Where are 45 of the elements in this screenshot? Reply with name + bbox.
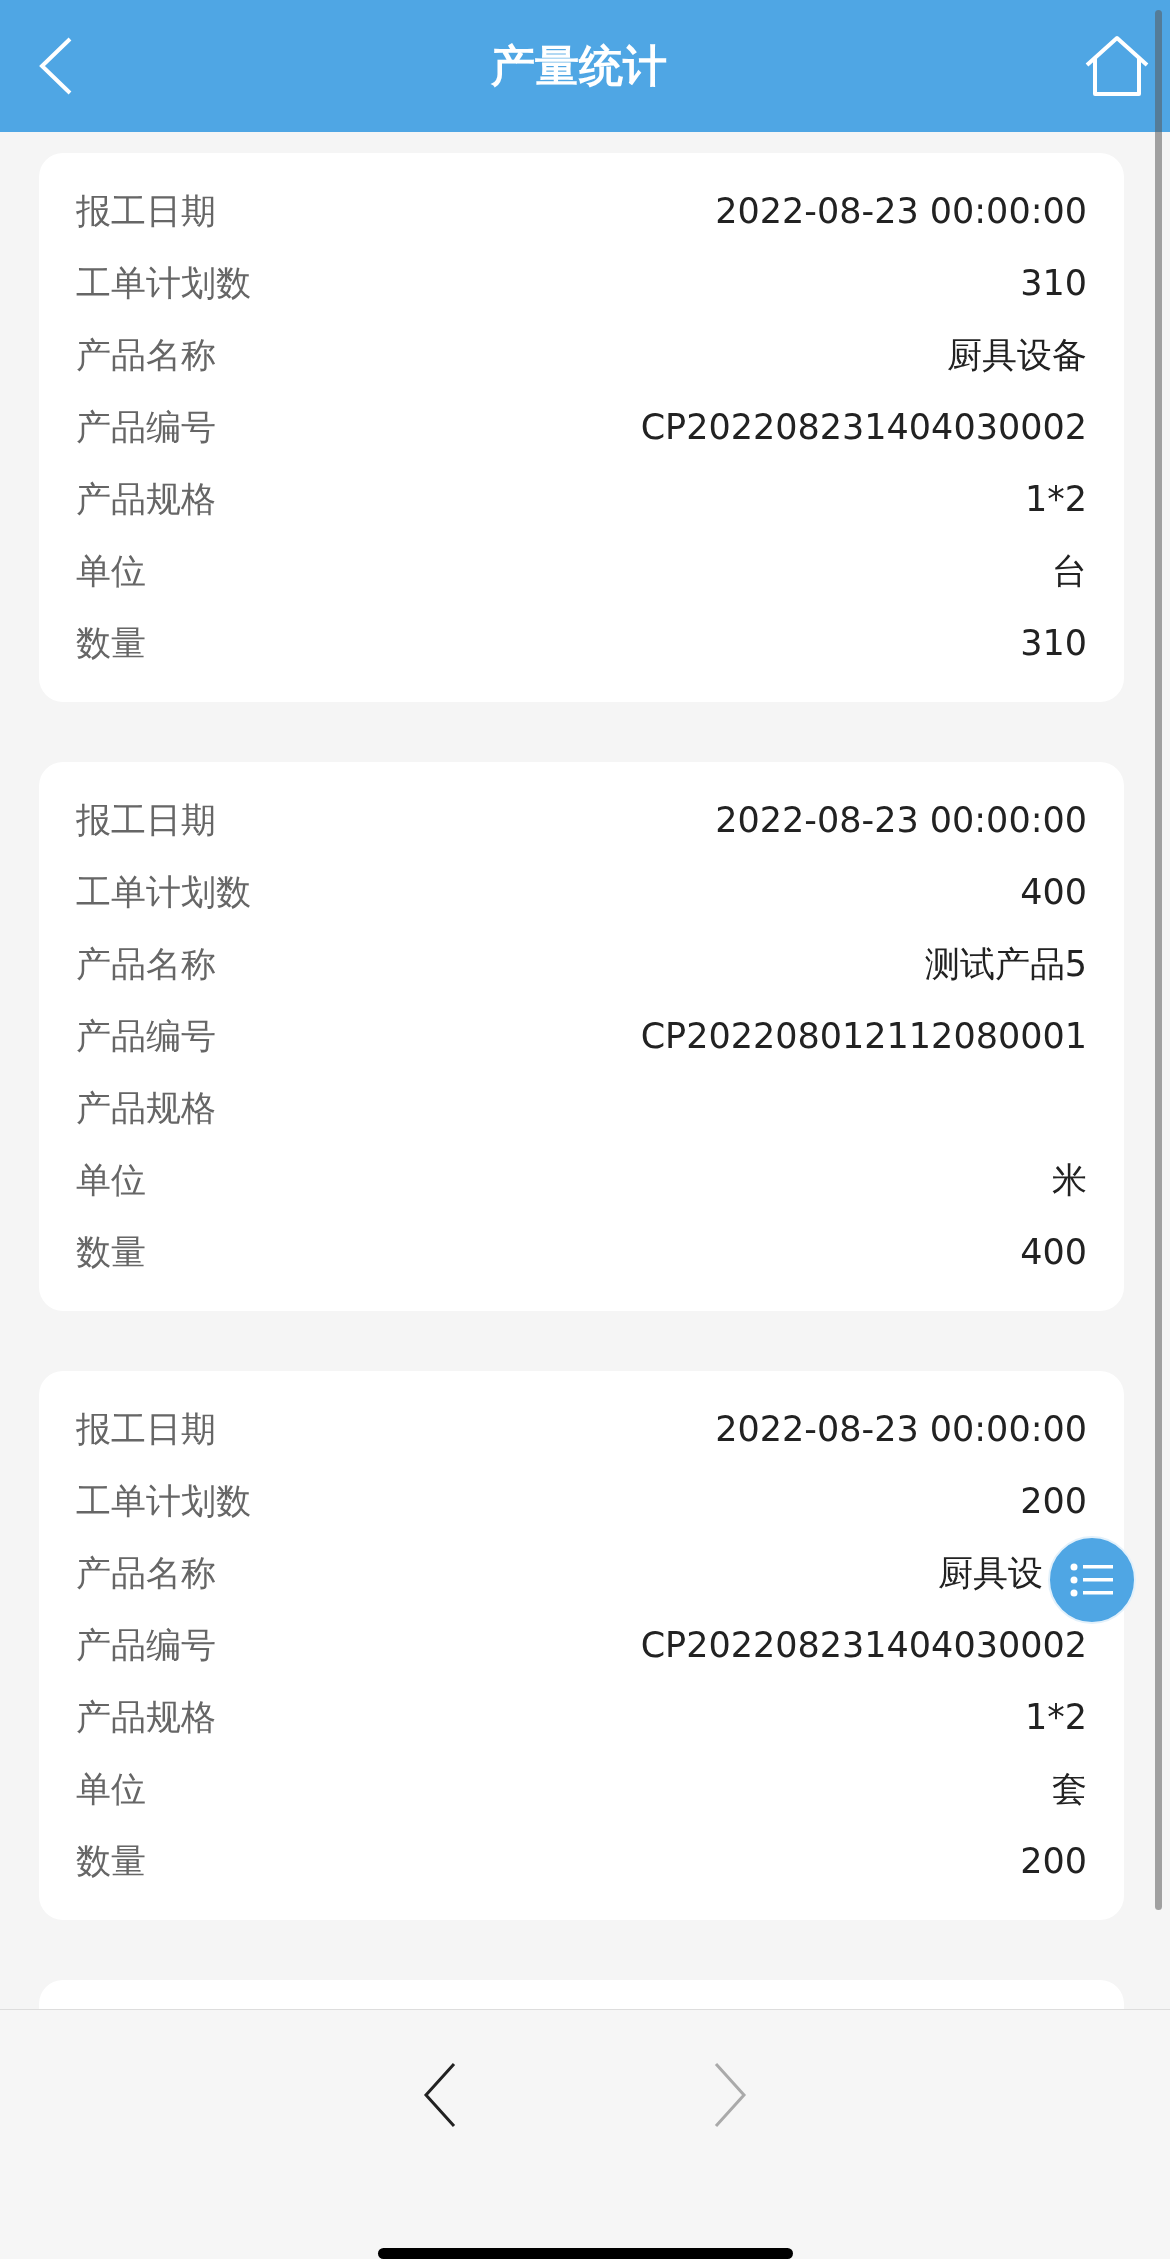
home-icon[interactable] bbox=[1084, 35, 1150, 97]
field-value: CP202208231404030002 bbox=[640, 406, 1087, 449]
field-value: 1*2 bbox=[1024, 1696, 1087, 1739]
field-label: 产品名称 bbox=[76, 334, 216, 377]
field-value: 310 bbox=[1020, 262, 1087, 305]
field-value: 310 bbox=[1020, 622, 1087, 665]
field-value: 厨具设 bbox=[938, 1552, 1043, 1595]
field-label: 工单计划数 bbox=[76, 1480, 251, 1523]
field-label: 数量 bbox=[76, 1840, 146, 1883]
page-title: 产量统计 bbox=[491, 38, 667, 93]
field-label: 报工日期 bbox=[76, 1408, 216, 1451]
field-value: 200 bbox=[1020, 1840, 1087, 1883]
field-value: 套 bbox=[1052, 1768, 1087, 1811]
field-value: 米 bbox=[1052, 1159, 1087, 1202]
back-icon[interactable] bbox=[38, 36, 74, 96]
field-value: 厨具设备 bbox=[947, 334, 1087, 377]
field-label: 产品编号 bbox=[76, 1624, 216, 1667]
field-label: 报工日期 bbox=[76, 799, 216, 842]
field-label: 产品规格 bbox=[76, 1696, 216, 1739]
field-label: 单位 bbox=[76, 550, 146, 593]
field-value: 200 bbox=[1020, 1480, 1087, 1523]
list-icon bbox=[1069, 1562, 1115, 1598]
field-value: 测试产品5 bbox=[924, 943, 1087, 986]
field-value: 2022-08-23 00:00:00 bbox=[715, 1408, 1087, 1451]
field-label: 产品编号 bbox=[76, 406, 216, 449]
field-label: 产品规格 bbox=[76, 1087, 216, 1130]
field-label: 单位 bbox=[76, 1159, 146, 1202]
field-label: 产品名称 bbox=[76, 943, 216, 986]
field-label: 数量 bbox=[76, 622, 146, 665]
field-label: 工单计划数 bbox=[76, 871, 251, 914]
field-value: CP202208231404030002 bbox=[640, 1624, 1087, 1667]
field-label: 数量 bbox=[76, 1231, 146, 1274]
field-label: 产品编号 bbox=[76, 1015, 216, 1058]
field-value: 2022-08-23 00:00:00 bbox=[715, 799, 1087, 842]
field-value: CP202208012112080001 bbox=[640, 1015, 1087, 1058]
field-label: 工单计划数 bbox=[76, 262, 251, 305]
field-label: 产品名称 bbox=[76, 1552, 216, 1595]
field-label: 产品规格 bbox=[76, 478, 216, 521]
field-value: 台 bbox=[1052, 550, 1087, 593]
field-value: 2022-08-23 00:00:00 bbox=[715, 190, 1087, 233]
field-label: 报工日期 bbox=[76, 190, 216, 233]
field-value: 1*2 bbox=[1024, 478, 1087, 521]
field-value: 400 bbox=[1020, 871, 1087, 914]
field-label: 单位 bbox=[76, 1768, 146, 1811]
field-value: 400 bbox=[1020, 1231, 1087, 1274]
